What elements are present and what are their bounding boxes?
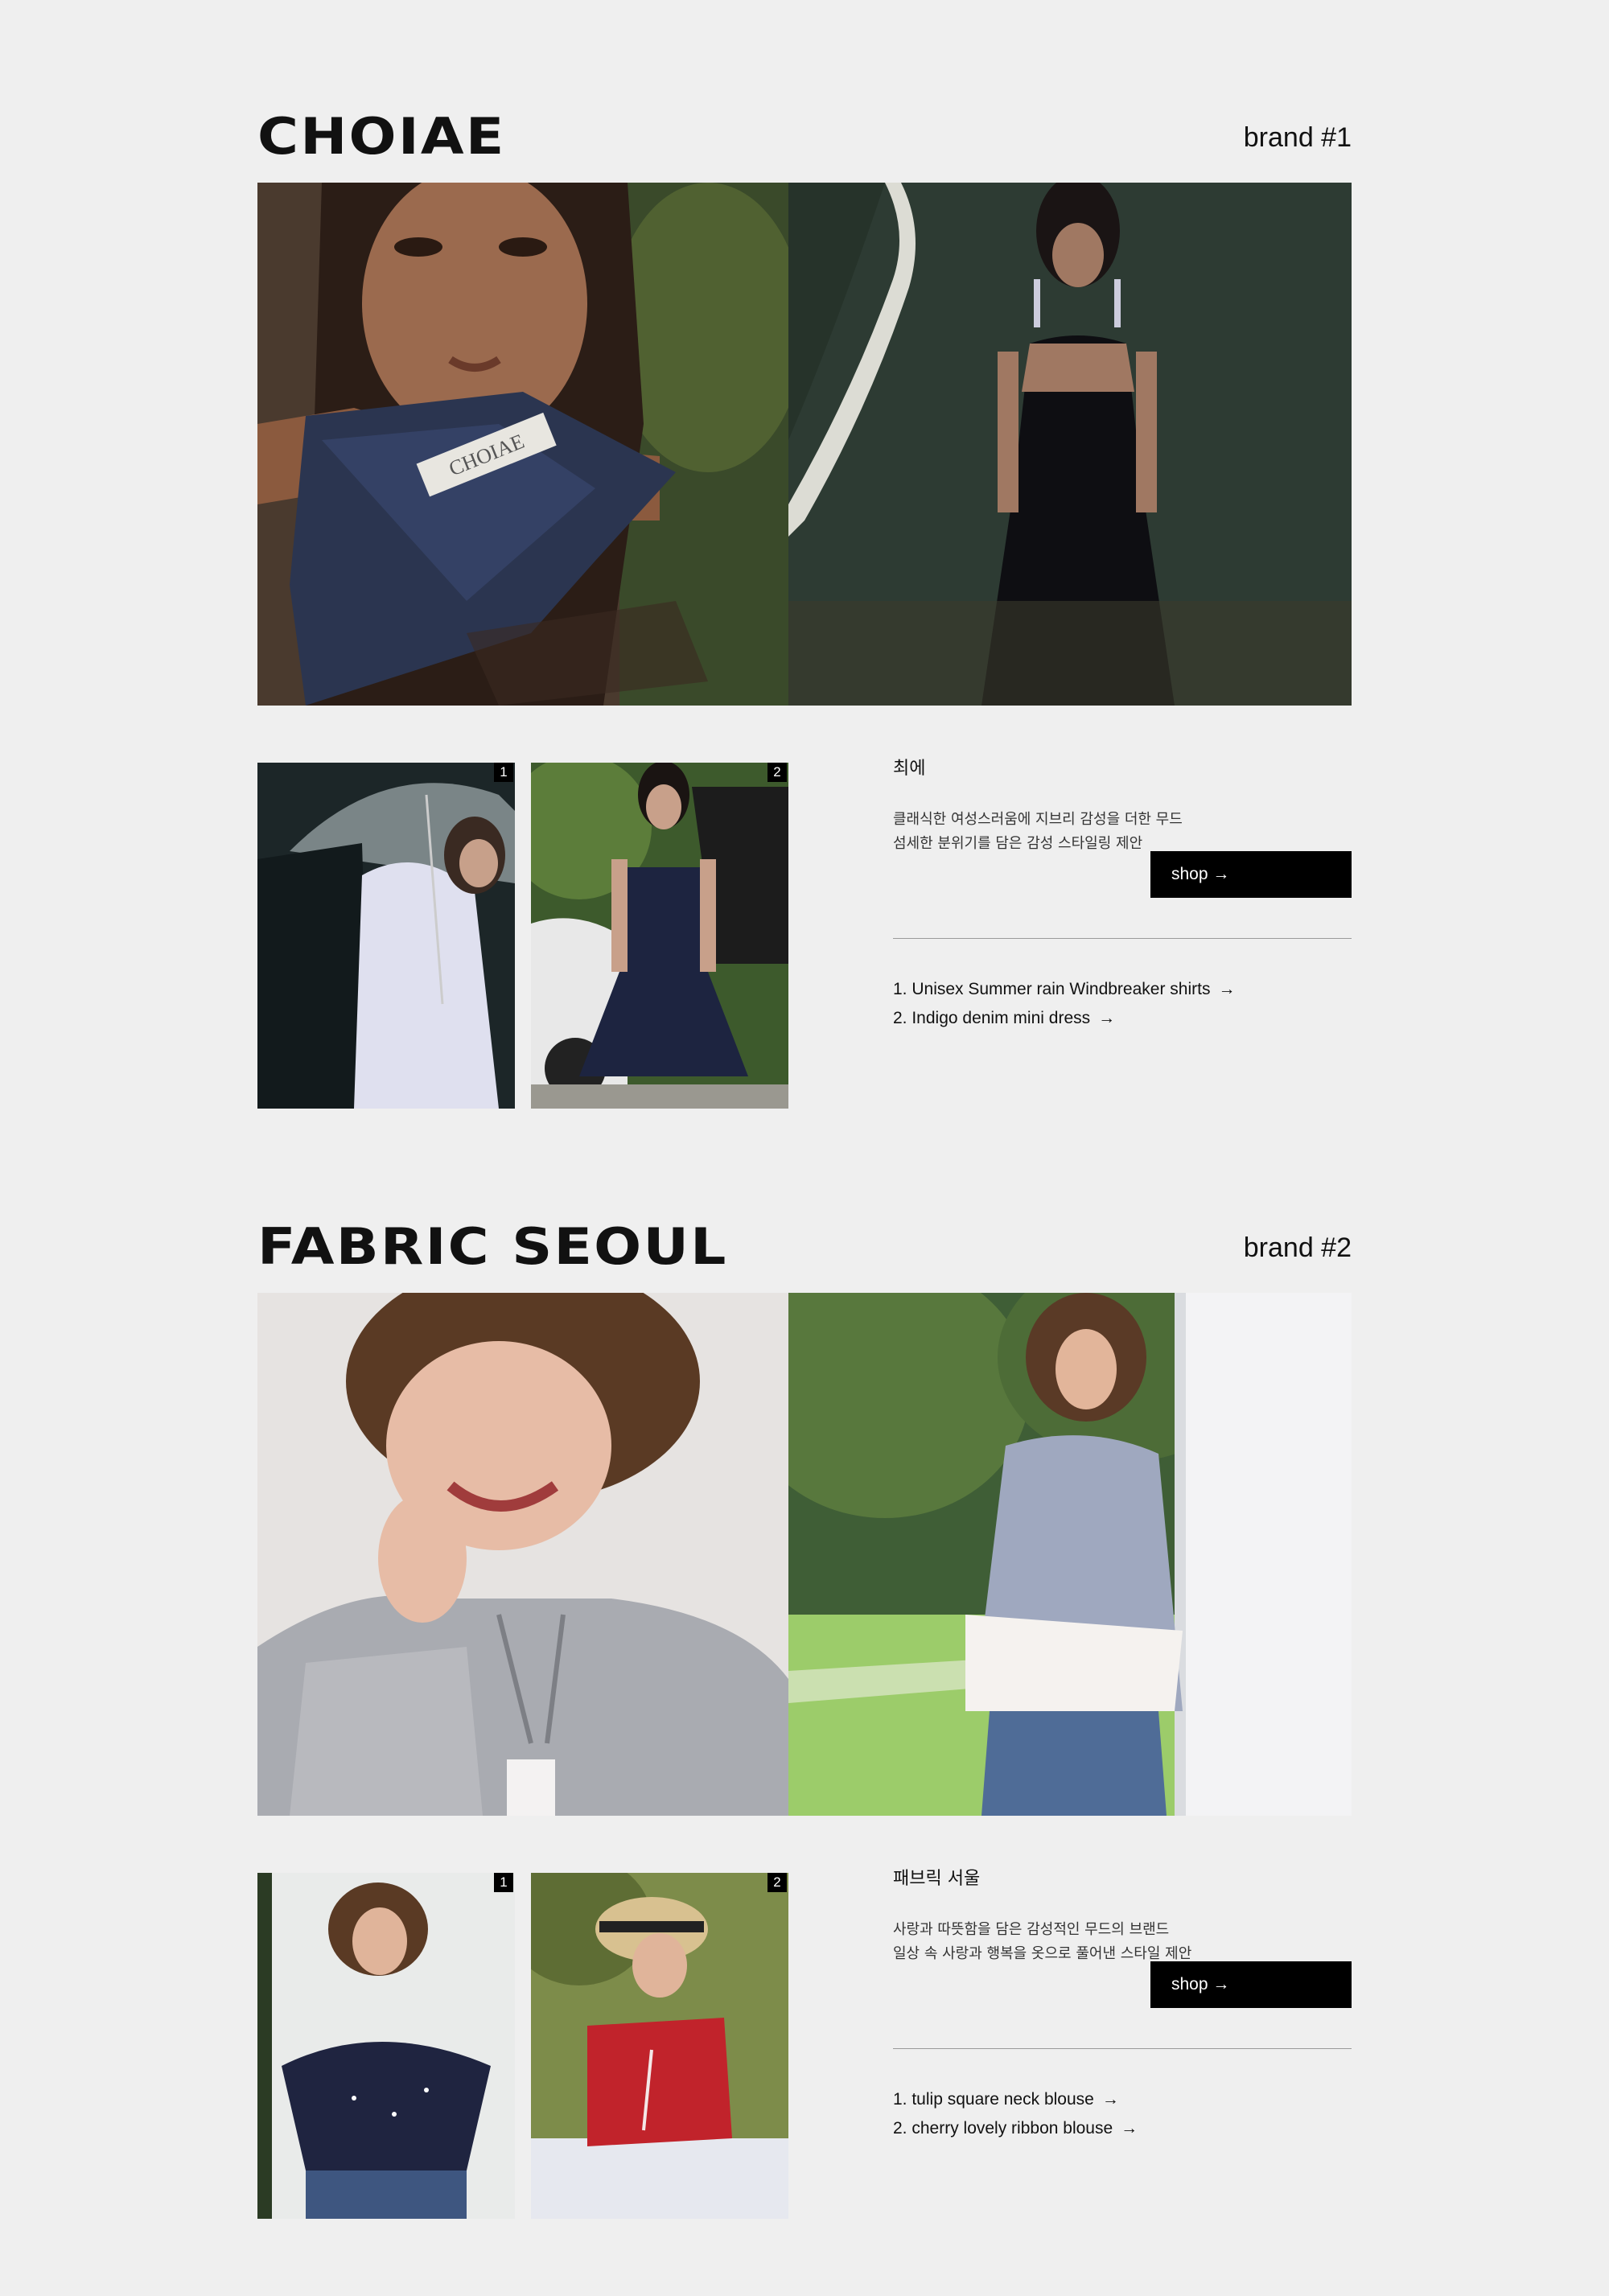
- brand-title: CHOIAE: [257, 107, 506, 166]
- brand-number-label: brand #1: [1243, 122, 1352, 153]
- brand-description: 클래식한 여성스러움에 지브리 감성을 더한 무드 섬세한 분위기를 담은 감성…: [893, 808, 1183, 856]
- hero-images: CHOIAE: [257, 183, 1352, 706]
- arrow-right-icon: →: [1218, 980, 1236, 998]
- thumbnail-badge: 2: [767, 763, 787, 782]
- arrow-right-icon: →: [1098, 1009, 1116, 1027]
- product-link-text: 1. tulip square neck blouse: [893, 2090, 1094, 2109]
- thumbnail-product-1[interactable]: 1: [257, 763, 515, 1109]
- description-line: 클래식한 여성스러움에 지브리 감성을 더한 무드: [893, 811, 1183, 828]
- product-list: 1. Unisex Summer rain Windbreaker shirts…: [893, 975, 1235, 1033]
- brand-info: 최에 클래식한 여성스러움에 지브리 감성을 더한 무드 섬세한 분위기를 담은…: [893, 756, 1352, 1110]
- brand-title: FABRIC SEOUL: [257, 1217, 728, 1276]
- product-link-1[interactable]: 1. Unisex Summer rain Windbreaker shirts…: [893, 975, 1235, 1004]
- thumbnail-product-1[interactable]: 1: [257, 1873, 515, 2219]
- description-line: 사랑과 따뜻함을 담은 감성적인 무드의 브랜드: [893, 1921, 1170, 1938]
- arrow-right-icon: →: [1101, 2090, 1119, 2109]
- product-link-text: 2. cherry lovely ribbon blouse: [893, 2119, 1113, 2138]
- brand-number-label: brand #2: [1243, 1232, 1352, 1263]
- product-link-text: 2. Indigo denim mini dress: [893, 1009, 1091, 1027]
- brand-description: 사랑과 따뜻함을 담은 감성적인 무드의 브랜드 일상 속 사랑과 행복을 옷으…: [893, 1918, 1191, 1966]
- thumbnail-row: 1 2: [257, 1873, 788, 2219]
- product-link-2[interactable]: 2. Indigo denim mini dress →: [893, 1004, 1235, 1033]
- product-link-1[interactable]: 1. tulip square neck blouse →: [893, 2085, 1138, 2114]
- product-link-2[interactable]: 2. cherry lovely ribbon blouse →: [893, 2114, 1138, 2143]
- divider: [893, 938, 1352, 939]
- brand-section-fabric-seoul: FABRIC SEOUL brand #2 1 2 패브릭 서울 사랑과 따뜻함…: [257, 1215, 1352, 2253]
- product-list: 1. tulip square neck blouse → 2. cherry l…: [893, 2085, 1138, 2143]
- thumbnail-badge: 1: [494, 1873, 513, 1892]
- divider: [893, 2048, 1352, 2049]
- description-line: 일상 속 사랑과 행복을 옷으로 풀어낸 스타일 제안: [893, 1945, 1192, 1962]
- hero-photo-black-dress[interactable]: [788, 183, 1352, 706]
- shop-button[interactable]: shop →: [1150, 851, 1352, 898]
- hero-photo-window-cardigan[interactable]: [788, 1293, 1352, 1816]
- brand-info: 패브릭 서울 사랑과 따뜻함을 담은 감성적인 무드의 브랜드 일상 속 사랑과…: [893, 1866, 1352, 2220]
- brand-section-choiae: CHOIAE brand #1 CHOIAE 1 2 최에 클래식한 여성스러움…: [257, 105, 1352, 1142]
- arrow-right-icon: →: [1121, 2119, 1138, 2138]
- hero-photo-smiling-cardigan[interactable]: [257, 1293, 788, 1816]
- product-link-text: 1. Unisex Summer rain Windbreaker shirts: [893, 980, 1211, 998]
- brand-korean-name: 패브릭 서울: [893, 1869, 981, 1889]
- brand-korean-name: 최에: [893, 759, 926, 779]
- hero-photo-denim-sleeve[interactable]: CHOIAE: [257, 183, 788, 706]
- shop-button[interactable]: shop →: [1150, 1961, 1352, 2008]
- thumbnail-product-2[interactable]: 2: [531, 763, 788, 1109]
- thumbnail-row: 1 2: [257, 763, 788, 1109]
- thumbnail-product-2[interactable]: 2: [531, 1873, 788, 2219]
- thumbnail-badge: 1: [494, 763, 513, 782]
- thumbnail-badge: 2: [767, 1873, 787, 1892]
- description-line: 섬세한 분위기를 담은 감성 스타일링 제안: [893, 835, 1143, 852]
- hero-images: [257, 1293, 1352, 1816]
